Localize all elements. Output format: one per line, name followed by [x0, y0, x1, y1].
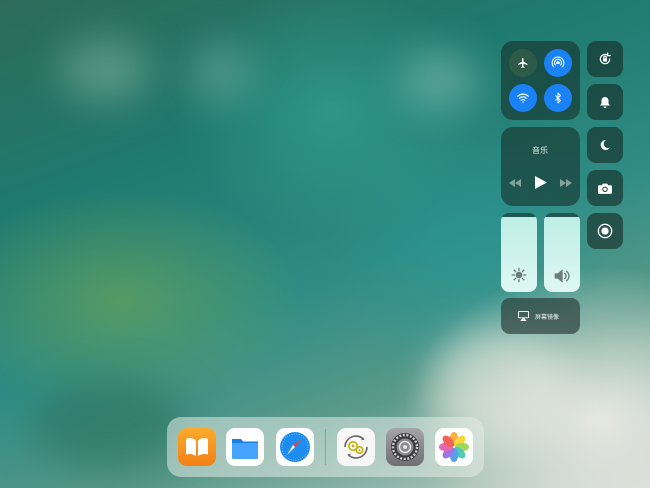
wallpaper-blur — [400, 50, 480, 110]
bell-icon — [600, 96, 610, 108]
screen-mirroring-label: 屏幕镜像 — [535, 313, 560, 321]
do-not-disturb-button[interactable] — [587, 127, 623, 163]
wifi-button[interactable] — [509, 84, 537, 112]
screen-mirroring-button[interactable]: 屏幕镜像 — [501, 298, 580, 334]
moon-icon — [600, 139, 610, 150]
orientation-lock-icon — [599, 52, 611, 65]
bluetooth-icon — [555, 92, 561, 104]
files-app[interactable] — [226, 428, 264, 466]
camera-icon — [598, 183, 612, 194]
wallpaper-blur — [190, 45, 250, 100]
wallpaper-blur — [30, 380, 190, 470]
fast-forward-icon[interactable] — [560, 179, 572, 187]
camera-button[interactable] — [587, 170, 623, 206]
settings-app[interactable] — [386, 428, 424, 466]
airplane-icon — [518, 58, 528, 68]
airdrop-icon — [551, 56, 565, 68]
photos-icon — [439, 432, 469, 462]
sun-icon — [511, 267, 527, 283]
files-icon — [232, 439, 258, 459]
gears-cycle-icon — [344, 435, 368, 459]
wallpaper-blur — [60, 40, 150, 100]
airplane-mode-button[interactable] — [509, 49, 537, 77]
screen-record-icon — [597, 223, 613, 239]
brightness-slider[interactable] — [501, 213, 537, 292]
music-title: 音乐 — [532, 146, 548, 155]
silent-button[interactable] — [587, 84, 623, 120]
settings-gear-icon — [391, 433, 419, 461]
books-icon — [186, 438, 208, 456]
connectivity-panel — [501, 41, 580, 120]
safari-app[interactable] — [276, 428, 314, 466]
screen-mirroring-icon — [518, 311, 529, 321]
safari-icon — [280, 432, 310, 462]
dock-divider — [325, 429, 326, 465]
screen-recording-button[interactable] — [587, 213, 623, 249]
books-app[interactable] — [178, 428, 216, 466]
play-icon[interactable] — [535, 176, 547, 189]
music-panel: 音乐 — [501, 127, 580, 206]
airdrop-button[interactable] — [544, 49, 572, 77]
orientation-lock-button[interactable] — [587, 41, 623, 77]
wifi-icon — [517, 93, 529, 103]
dock — [167, 417, 484, 477]
photos-app[interactable] — [435, 428, 473, 466]
speaker-icon — [554, 269, 570, 283]
bluetooth-button[interactable] — [544, 84, 572, 112]
volume-slider[interactable] — [544, 213, 580, 292]
recent-app[interactable] — [337, 428, 375, 466]
rewind-icon[interactable] — [509, 179, 521, 187]
